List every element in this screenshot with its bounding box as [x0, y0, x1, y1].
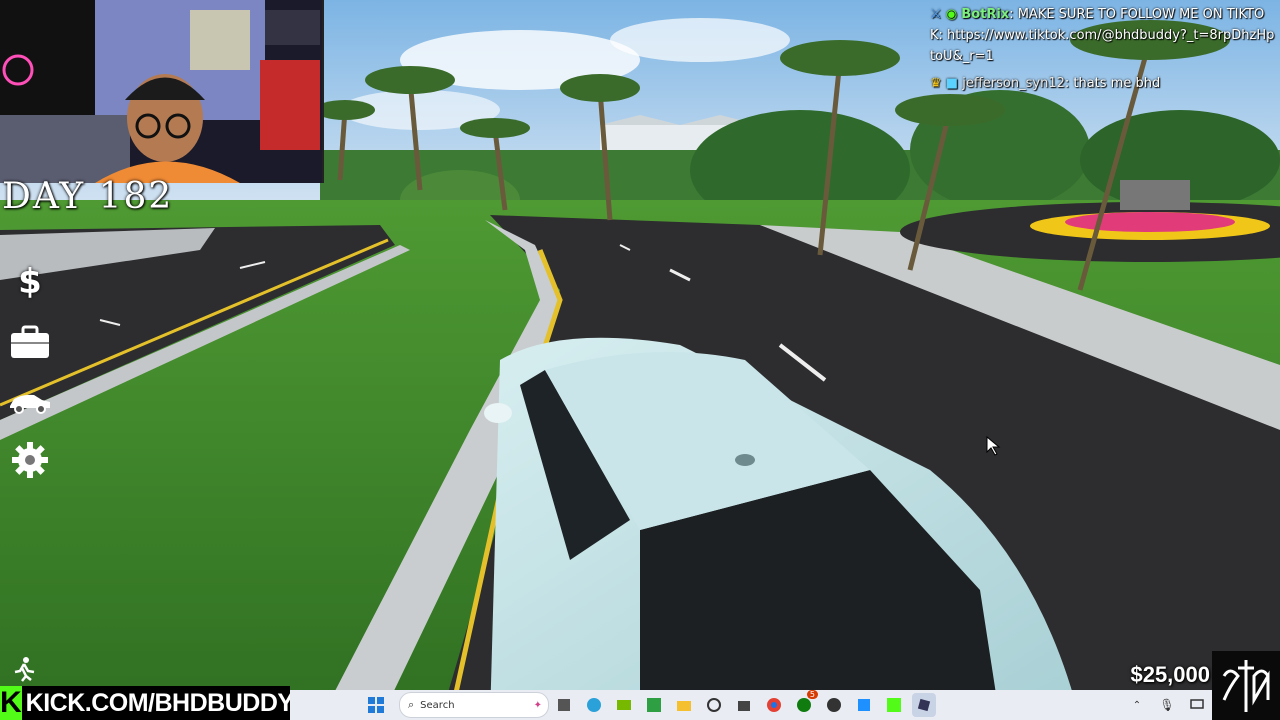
edge-icon[interactable]	[582, 693, 606, 717]
money-display: $25,000	[1130, 662, 1210, 687]
kick-url: KICK.COM/BHDBUDDY	[25, 688, 294, 717]
chat-text: thats me bhd	[1073, 76, 1161, 91]
kick-banner: K KICK.COM/BHDBUDDY	[0, 686, 294, 720]
nvidia-icon[interactable]	[612, 693, 636, 717]
money-icon[interactable]: $	[8, 260, 52, 304]
display-icon[interactable]	[1185, 693, 1209, 717]
briefcase-icon[interactable]	[8, 320, 52, 364]
obs-icon[interactable]	[822, 693, 846, 717]
windows-start-icon[interactable]	[364, 693, 388, 717]
taskbar-search[interactable]: ⌕ Search ✦	[399, 692, 549, 718]
roblox-icon[interactable]	[912, 693, 936, 717]
sword-icon: ⚔	[930, 7, 942, 22]
gear-icon[interactable]	[8, 438, 52, 482]
spreadsheet-icon[interactable]	[642, 693, 666, 717]
chevron-up-icon[interactable]: ⌃	[1125, 693, 1149, 717]
steam-icon[interactable]	[702, 693, 726, 717]
chat-username: BotRix	[961, 7, 1010, 22]
kick-app-icon[interactable]	[882, 693, 906, 717]
kick-logo-icon: K	[0, 686, 22, 720]
chat-message: ♛ ■ jefferson_syn12: thats me bhd	[930, 76, 1161, 91]
channel-logo	[1212, 651, 1280, 720]
car-icon[interactable]	[8, 380, 52, 424]
search-icon: ⌕	[408, 698, 415, 711]
task-view-icon[interactable]	[552, 693, 576, 717]
search-placeholder: Search	[420, 699, 455, 711]
sprint-icon[interactable]	[12, 656, 36, 686]
windows-taskbar: ⌕ Search ✦ 5 ⌃ 🎙	[290, 690, 1212, 720]
crown-icon: ♛	[930, 76, 942, 91]
day-counter: DAY 182	[2, 176, 174, 217]
webcam-overlay	[0, 0, 324, 183]
file-explorer-icon[interactable]	[672, 693, 696, 717]
store-icon[interactable]	[732, 693, 756, 717]
microphone-icon[interactable]: 🎙	[1155, 693, 1179, 717]
xbox-icon[interactable]: 5	[792, 690, 818, 717]
search-highlight-icon: ✦	[533, 699, 542, 711]
chat-username: jefferson_syn12	[962, 76, 1065, 91]
bot-badge-icon: ◉	[945, 7, 958, 22]
chrome-icon[interactable]	[762, 693, 786, 717]
app-icon[interactable]	[852, 693, 876, 717]
badge-icon: ■	[945, 76, 959, 91]
stream-chat: ⚔ ◉ BotRix: MAKE SURE TO FOLLOW ME ON TI…	[930, 4, 1276, 100]
notification-badge: 5	[806, 690, 818, 699]
chat-message: ⚔ ◉ BotRix: MAKE SURE TO FOLLOW ME ON TI…	[930, 7, 1275, 64]
